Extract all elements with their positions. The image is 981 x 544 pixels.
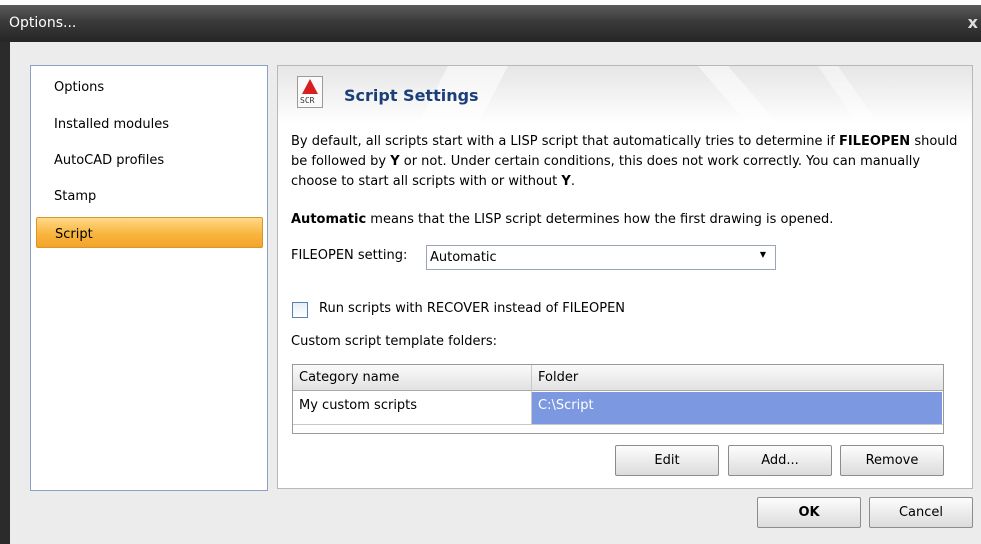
cancel-button[interactable]: Cancel	[869, 497, 973, 528]
ok-button[interactable]: OK	[757, 497, 861, 528]
chevron-down-icon[interactable]: ▼	[760, 250, 766, 259]
table-header: Category name Folder	[293, 365, 943, 391]
nav-item-stamp[interactable]: Stamp	[54, 189, 96, 209]
column-header-folder[interactable]: Folder	[538, 370, 578, 385]
table-cell-category[interactable]: My custom scripts	[299, 398, 417, 413]
nav-item-script[interactable]: Script	[36, 217, 263, 248]
close-icon[interactable]: x	[968, 13, 978, 32]
options-dialog: Options Installed modules AutoCAD profil…	[0, 42, 981, 544]
description-paragraph: By default, all scripts start with a LIS…	[291, 132, 961, 192]
custom-folders-label: Custom script template folders:	[291, 334, 498, 349]
automatic-bold: Automatic	[291, 212, 367, 227]
window-frame-left	[0, 42, 10, 544]
row-divider	[293, 424, 943, 425]
title-bar: Options... x	[0, 5, 981, 42]
fileopen-setting-value: Automatic	[430, 250, 497, 265]
fileopen-setting-dropdown[interactable]: Automatic ▼	[426, 245, 776, 270]
desc-bold-y: Y	[390, 154, 400, 169]
header-band: SCR Script Settings	[278, 66, 972, 124]
desc-text-4: .	[570, 174, 575, 189]
remove-button[interactable]: Remove	[840, 445, 944, 476]
window-title: Options...	[9, 15, 77, 31]
folders-table: Category name Folder My custom scripts C…	[292, 364, 944, 434]
desc-bold-y-2: Y	[561, 174, 571, 189]
desc-bold-fileopen: FILEOPEN	[838, 134, 911, 149]
automatic-paragraph: Automatic means that the LISP script det…	[291, 210, 961, 230]
automatic-text: means that the LISP script determines ho…	[366, 212, 834, 227]
fileopen-setting-label: FILEOPEN setting:	[291, 248, 408, 263]
desc-text-1: By default, all scripts start with a LIS…	[291, 134, 839, 149]
autocad-logo-icon	[302, 79, 318, 94]
nav-item-options[interactable]: Options	[54, 80, 104, 100]
recover-checkbox[interactable]	[292, 302, 308, 318]
recover-checkbox-label[interactable]: Run scripts with RECOVER instead of FILE…	[319, 301, 625, 316]
panel-heading: Script Settings	[344, 86, 479, 105]
table-cell-folder[interactable]: C:\Script	[532, 392, 942, 424]
scr-extension-label: SCR	[300, 96, 315, 105]
add-button[interactable]: Add...	[728, 445, 832, 476]
script-settings-panel: SCR Script Settings By default, all scri…	[277, 65, 973, 489]
column-header-category[interactable]: Category name	[299, 370, 399, 385]
nav-item-autocad-profiles[interactable]: AutoCAD profiles	[54, 153, 164, 173]
script-file-icon: SCR	[297, 76, 323, 108]
nav-list: Options Installed modules AutoCAD profil…	[30, 65, 268, 491]
nav-item-installed-modules[interactable]: Installed modules	[54, 117, 169, 137]
edit-button[interactable]: Edit	[615, 445, 719, 476]
